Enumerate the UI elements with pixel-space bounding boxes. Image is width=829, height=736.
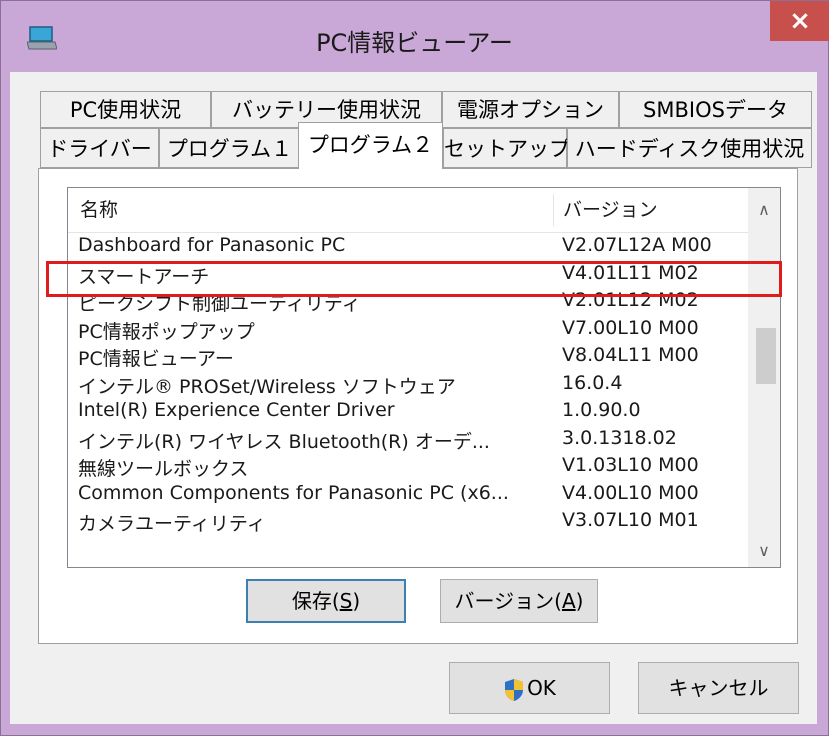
uac-shield-icon — [505, 678, 524, 701]
version-button-label: バージョン( — [454, 589, 562, 613]
tab-driver[interactable]: ドライバー — [40, 128, 159, 168]
row-name: Common Components for Panasonic PC (x6..… — [78, 481, 509, 504]
tab-setup[interactable]: セットアップ — [443, 128, 570, 168]
column-separator[interactable] — [553, 194, 554, 226]
column-header-version[interactable]: バージョン — [563, 188, 658, 232]
scroll-down-icon[interactable]: ∨ — [748, 535, 780, 567]
list-row[interactable]: Dashboard for Panasonic PC V2.07L12A M00 — [68, 232, 748, 260]
highlight-box — [46, 261, 782, 297]
list-row[interactable]: インテル® PROSet/Wireless ソフトウェア 16.0.4 — [68, 370, 748, 398]
row-version: V7.00L10 M00 — [562, 316, 699, 339]
version-button-mnemonic: A — [561, 589, 576, 613]
list-row[interactable]: カメラユーティリティ V3.07L10 M01 — [68, 507, 748, 535]
close-button[interactable]: × — [770, 1, 829, 41]
row-version: V1.03L10 M00 — [562, 454, 699, 476]
row-version: V3.07L10 M01 — [562, 509, 699, 531]
row-name: Intel(R) Experience Center Driver — [78, 399, 395, 421]
list-row[interactable]: PC情報ビューアー V8.04L11 M00 — [68, 342, 748, 370]
title-bar[interactable]: PC情報ビューアー × — [1, 1, 829, 73]
column-header-name[interactable]: 名称 — [80, 188, 118, 232]
row-name: インテル® PROSet/Wireless ソフトウェア — [78, 375, 456, 398]
ok-button-label: OK — [527, 676, 556, 700]
tab-smbios-data[interactable]: SMBIOSデータ — [619, 91, 812, 128]
row-name: 無線ツールボックス — [78, 458, 249, 480]
version-button-suffix: ) — [575, 589, 584, 613]
list-row[interactable]: Common Components for Panasonic PC (x6..… — [68, 480, 748, 508]
program-list[interactable]: 名称 バージョン Dashboard for Panasonic PC V2.07… — [67, 187, 781, 568]
tab-pc-usage[interactable]: PC使用状況 — [40, 91, 211, 128]
save-button-suffix: ) — [352, 589, 361, 613]
cancel-button[interactable]: キャンセル — [638, 662, 799, 714]
row-version: V2.07L12A M00 — [562, 234, 712, 256]
tab-program1[interactable]: プログラム１ — [159, 128, 300, 168]
tab-hdd-usage[interactable]: ハードディスク使用状況 — [567, 128, 812, 168]
window-title: PC情報ビューアー — [316, 29, 513, 57]
row-version: 1.0.90.0 — [562, 399, 641, 421]
tab-program2[interactable]: プログラム２ — [298, 122, 443, 169]
list-header: 名称 バージョン — [68, 188, 748, 233]
scrollbar-thumb[interactable] — [756, 328, 776, 384]
list-row[interactable]: インテル(R) ワイヤレス Bluetooth(R) オーデ... 3.0.131… — [68, 425, 748, 453]
save-button[interactable]: 保存(S) — [246, 579, 406, 623]
row-name: カメラユーティリティ — [78, 513, 266, 535]
row-version: 3.0.1318.02 — [562, 426, 677, 449]
row-version: V4.00L10 M00 — [562, 481, 699, 504]
row-name: インテル(R) ワイヤレス Bluetooth(R) オーデ... — [78, 430, 490, 453]
save-button-mnemonic: S — [339, 589, 353, 613]
row-name: PC情報ビューアー — [78, 348, 234, 370]
save-button-label: 保存( — [291, 589, 340, 613]
list-row[interactable]: PC情報ポップアップ V7.00L10 M00 — [68, 315, 748, 343]
version-button[interactable]: バージョン(A) — [440, 579, 598, 623]
vertical-scrollbar[interactable]: ∧ ∨ — [748, 188, 780, 567]
row-version: 16.0.4 — [562, 371, 623, 394]
row-name: Dashboard for Panasonic PC — [78, 234, 346, 256]
list-row[interactable]: Intel(R) Experience Center Driver 1.0.90.… — [68, 397, 748, 425]
tab-power-options[interactable]: 電源オプション — [442, 91, 619, 128]
row-name: PC情報ポップアップ — [78, 320, 255, 343]
ok-button[interactable]: OK — [449, 662, 610, 714]
list-row[interactable]: 無線ツールボックス V1.03L10 M00 — [68, 452, 748, 480]
row-version: V8.04L11 M00 — [562, 344, 699, 366]
scroll-up-icon[interactable]: ∧ — [748, 194, 780, 226]
